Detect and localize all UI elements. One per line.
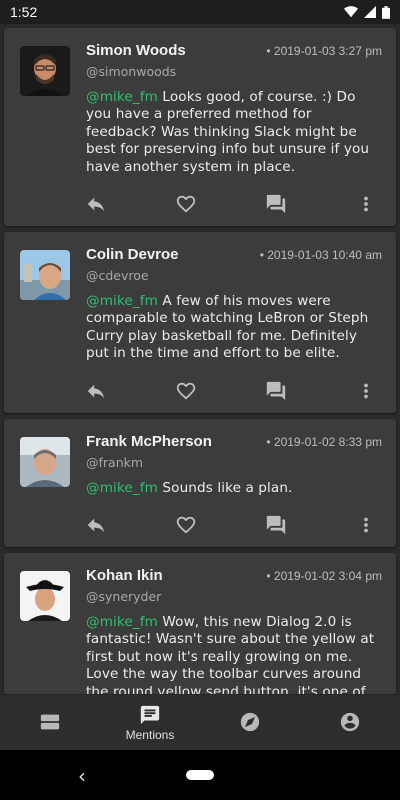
- avatar[interactable]: [20, 46, 70, 96]
- conversation-button[interactable]: [264, 513, 288, 537]
- reply-button[interactable]: [84, 513, 108, 537]
- conversation-icon: [266, 381, 286, 400]
- author-handle: @syneryder: [86, 589, 162, 605]
- author-name[interactable]: Kohan Ikin: [86, 567, 163, 584]
- avatar[interactable]: [20, 250, 70, 301]
- reply-icon: [87, 518, 105, 533]
- nav-discover[interactable]: [200, 695, 300, 750]
- author-name[interactable]: Colin Devroe: [86, 246, 179, 263]
- post-actions: [84, 513, 382, 537]
- back-button[interactable]: ‹: [78, 764, 86, 788]
- status-bar: 1:52: [0, 0, 400, 24]
- wifi-icon: [344, 6, 358, 18]
- more-vert-icon: [364, 383, 368, 398]
- nav-label: Mentions: [125, 727, 175, 742]
- mentions-icon: [140, 705, 160, 724]
- heart-outline-icon: [176, 382, 196, 400]
- post-card[interactable]: Frank McPherson • 2019-01-02 8:33 pm @fr…: [4, 418, 396, 548]
- profile-icon: [340, 712, 360, 731]
- post-text: @mike_fm Sounds like a plan.: [86, 480, 382, 497]
- author-handle: @simonwoods: [86, 64, 177, 79]
- post-timestamp: • 2019-01-03 3:27 pm: [266, 44, 382, 58]
- timeline-icon: [40, 714, 60, 729]
- more-options-button[interactable]: [354, 379, 378, 403]
- bottom-nav: Mentions: [0, 694, 400, 750]
- post-text: @mike_fm A few of his moves were compara…: [86, 293, 382, 363]
- system-nav-bar: ‹: [0, 750, 400, 800]
- more-options-button[interactable]: [354, 192, 378, 216]
- post-timestamp: • 2019-01-02 3:04 pm: [266, 569, 382, 584]
- heart-outline-icon: [176, 516, 196, 534]
- avatar[interactable]: [20, 436, 70, 487]
- post-card[interactable]: Kohan Ikin • 2019-01-02 3:04 pm @syneryd…: [4, 553, 396, 694]
- mention-link[interactable]: @mike_fm: [86, 480, 158, 496]
- reply-button[interactable]: [84, 379, 108, 403]
- favorite-button[interactable]: [174, 379, 198, 403]
- reply-icon: [87, 197, 105, 212]
- more-vert-icon: [364, 517, 368, 533]
- more-options-button[interactable]: [354, 513, 378, 537]
- mention-link[interactable]: @mike_fm: [86, 293, 158, 309]
- post-actions: [84, 192, 382, 216]
- author-name[interactable]: Frank McPherson: [86, 433, 212, 450]
- reply-button[interactable]: [84, 192, 108, 216]
- heart-outline-icon: [176, 195, 196, 213]
- mention-link[interactable]: @mike_fm: [86, 89, 158, 105]
- post-body: Sounds like a plan.: [158, 479, 293, 496]
- conversation-icon: [266, 515, 286, 535]
- post-actions: [84, 379, 382, 403]
- nav-profile[interactable]: [300, 695, 400, 750]
- nav-timeline[interactable]: [0, 695, 100, 750]
- favorite-button[interactable]: [174, 513, 198, 537]
- avatar[interactable]: [20, 571, 70, 622]
- post-card[interactable]: Simon Woods • 2019-01-03 3:27 pm @simonw…: [4, 28, 396, 227]
- discover-icon: [240, 712, 260, 731]
- status-icons: [344, 5, 390, 19]
- favorite-button[interactable]: [174, 192, 198, 216]
- mention-link[interactable]: @mike_fm: [86, 614, 158, 630]
- reply-icon: [87, 384, 105, 398]
- post-text: @mike_fm Looks good, of course. :) Do yo…: [86, 89, 382, 176]
- conversation-icon: [266, 194, 286, 214]
- author-name[interactable]: Simon Woods: [86, 42, 186, 59]
- battery-icon: [382, 5, 390, 19]
- author-handle: @cdevroe: [86, 268, 149, 284]
- post-text: @mike_fm Wow, this new Dialog 2.0 is fan…: [86, 614, 382, 694]
- post-card[interactable]: Colin Devroe • 2019-01-03 10:40 am @cdev…: [4, 232, 396, 413]
- home-button[interactable]: [186, 770, 214, 780]
- nav-mentions[interactable]: Mentions: [100, 695, 200, 750]
- conversation-button[interactable]: [264, 192, 288, 216]
- signal-icon: [364, 6, 376, 18]
- more-vert-icon: [364, 196, 368, 212]
- conversation-button[interactable]: [264, 379, 288, 403]
- status-time: 1:52: [10, 4, 38, 20]
- post-timestamp: • 2019-01-03 10:40 am: [259, 248, 382, 263]
- author-handle: @frankm: [86, 454, 144, 470]
- post-timestamp: • 2019-01-02 8:33 pm: [266, 434, 382, 449]
- mentions-feed[interactable]: Simon Woods • 2019-01-03 3:27 pm @simonw…: [0, 24, 400, 694]
